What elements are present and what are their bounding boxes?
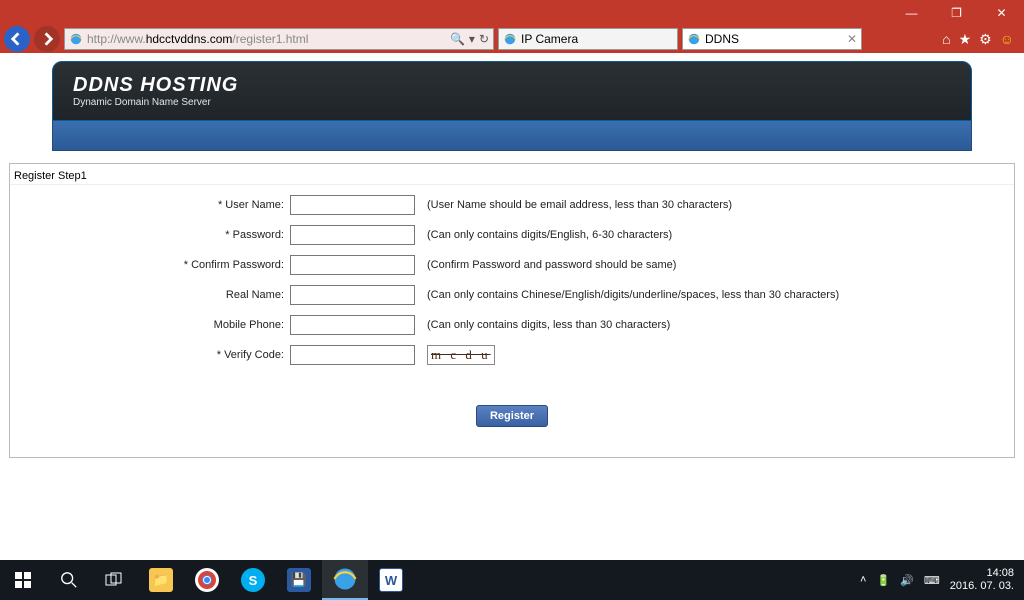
url-dropdown-icon[interactable]: ▾ [469, 32, 475, 46]
row-mobile-phone: Mobile Phone: (Can only contains digits,… [10, 315, 1014, 335]
back-button[interactable] [4, 26, 30, 52]
skype-icon[interactable]: S [230, 560, 276, 600]
smiley-icon[interactable]: ☺ [1000, 31, 1014, 47]
favorites-icon[interactable]: ★ [959, 31, 972, 48]
captcha-image[interactable]: m c d u [427, 345, 495, 365]
hint-username: (User Name should be email address, less… [427, 199, 732, 211]
chrome-icon[interactable] [184, 560, 230, 600]
ime-icon[interactable]: ⌨ [924, 574, 940, 587]
label-mobile-phone: Mobile Phone: [10, 319, 290, 331]
label-username: * User Name: [10, 199, 290, 211]
file-explorer-icon[interactable]: 📁 [138, 560, 184, 600]
ie-icon [69, 32, 83, 46]
forward-button[interactable] [34, 26, 60, 52]
input-confirm-password[interactable] [290, 255, 415, 275]
tab-ip-camera[interactable]: IP Camera [498, 28, 678, 50]
address-bar[interactable]: http://www.hdcctvddns.com/register1.html… [64, 28, 494, 50]
tab-ddns[interactable]: DDNS ✕ [682, 28, 862, 50]
input-real-name[interactable] [290, 285, 415, 305]
tab-label: IP Camera [521, 32, 578, 46]
window-title-bar: — ❐ ✕ [0, 0, 1024, 25]
clock-date: 2016. 07. 03. [950, 580, 1014, 593]
word-icon[interactable]: W [368, 560, 414, 600]
search-taskbar-icon[interactable] [46, 560, 92, 600]
register-panel: Register Step1 * User Name: (User Name s… [9, 163, 1015, 458]
label-real-name: Real Name: [10, 289, 290, 301]
label-password: * Password: [10, 229, 290, 241]
input-username[interactable] [290, 195, 415, 215]
refresh-icon[interactable]: ↻ [479, 32, 489, 46]
url-text: http://www.hdcctvddns.com/register1.html [87, 32, 446, 46]
hint-confirm-password: (Confirm Password and password should be… [427, 259, 676, 271]
hint-real-name: (Can only contains Chinese/English/digit… [427, 289, 839, 301]
taskbar: 📁 S 💾 W ˄ 🔋 🔊 ⌨ 14:08 2016. 07. 03. [0, 560, 1024, 600]
ie-taskbar-icon[interactable] [322, 560, 368, 600]
system-tray: ˄ 🔋 🔊 ⌨ 14:08 2016. 07. 03. [860, 567, 1024, 593]
browser-tools: ⌂ ★ ⚙ ☺ [942, 31, 1020, 48]
row-username: * User Name: (User Name should be email … [10, 195, 1014, 215]
minimize-button[interactable]: — [889, 0, 934, 25]
site-title: DDNS HOSTING [73, 74, 951, 97]
ie-icon [503, 32, 517, 46]
hint-password: (Can only contains digits/English, 6-30 … [427, 229, 672, 241]
row-verify-code: * Verify Code: m c d u [10, 345, 1014, 365]
close-button[interactable]: ✕ [979, 0, 1024, 25]
nav-bar [52, 121, 972, 151]
input-verify-code[interactable] [290, 345, 415, 365]
page-content: DDNS HOSTING Dynamic Domain Name Server … [0, 53, 1024, 560]
input-mobile-phone[interactable] [290, 315, 415, 335]
row-password: * Password: (Can only contains digits/En… [10, 225, 1014, 245]
tab-label: DDNS [705, 32, 739, 46]
clock[interactable]: 14:08 2016. 07. 03. [950, 567, 1014, 593]
maximize-button[interactable]: ❐ [934, 0, 979, 25]
tray-chevron-icon[interactable]: ˄ [860, 574, 866, 586]
clock-time: 14:08 [950, 567, 1014, 580]
start-button[interactable] [0, 560, 46, 600]
battery-icon[interactable]: 🔋 [876, 574, 890, 587]
label-confirm-password: * Confirm Password: [10, 259, 290, 271]
hint-mobile-phone: (Can only contains digits, less than 30 … [427, 319, 670, 331]
site-subtitle: Dynamic Domain Name Server [73, 97, 951, 108]
home-icon[interactable]: ⌂ [942, 31, 950, 47]
register-button[interactable]: Register [476, 405, 548, 427]
task-view-icon[interactable] [92, 560, 138, 600]
save-icon[interactable]: 💾 [276, 560, 322, 600]
panel-title: Register Step1 [10, 168, 1014, 185]
settings-icon[interactable]: ⚙ [979, 31, 992, 48]
volume-icon[interactable]: 🔊 [900, 574, 914, 587]
label-verify-code: * Verify Code: [10, 349, 290, 361]
search-icon[interactable]: 🔍 [450, 32, 465, 46]
row-confirm-password: * Confirm Password: (Confirm Password an… [10, 255, 1014, 275]
row-real-name: Real Name: (Can only contains Chinese/En… [10, 285, 1014, 305]
close-tab-icon[interactable]: ✕ [847, 32, 857, 46]
input-password[interactable] [290, 225, 415, 245]
site-header: DDNS HOSTING Dynamic Domain Name Server [52, 61, 972, 121]
ie-icon [687, 32, 701, 46]
browser-chrome: http://www.hdcctvddns.com/register1.html… [0, 25, 1024, 53]
